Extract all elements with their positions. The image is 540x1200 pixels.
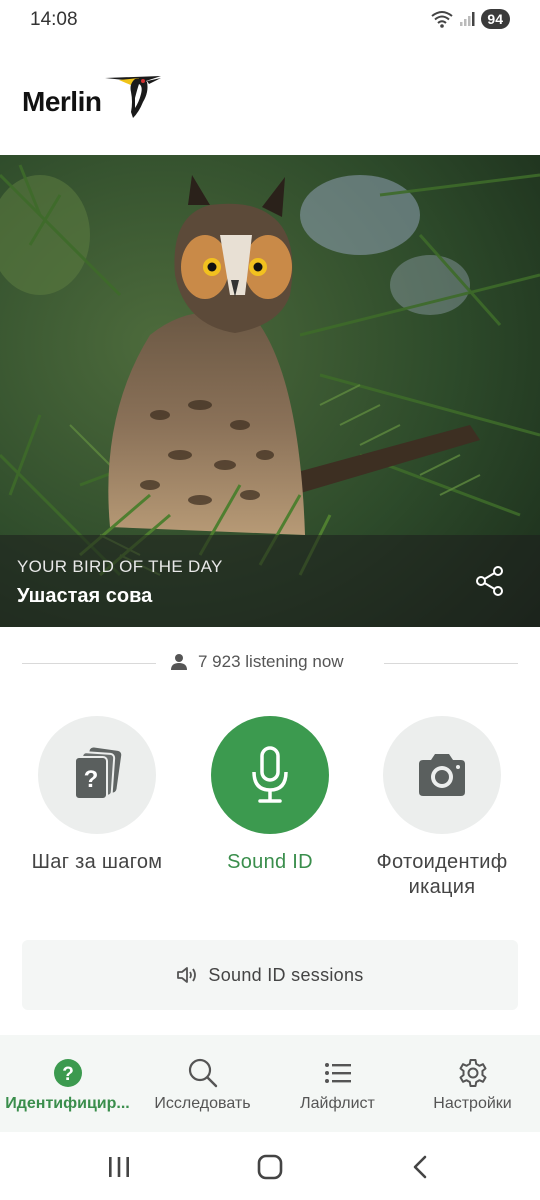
nav-lifelist-label: Лайфлист <box>300 1095 375 1112</box>
photo-id-button[interactable]: Фотоидентиф икация <box>352 716 532 900</box>
listening-count-text: 7 923 listening now <box>198 652 344 671</box>
microphone-icon <box>252 746 288 803</box>
divider <box>384 663 518 664</box>
battery-level: 94 <box>487 11 503 27</box>
nav-settings[interactable]: Настройки <box>405 1035 540 1132</box>
status-time: 14:08 <box>30 9 78 30</box>
photo-id-circle[interactable] <box>383 716 501 834</box>
nav-identify-label: Идентифицир... <box>5 1095 130 1112</box>
speaker-icon <box>177 967 197 983</box>
photo-id-label: Фотоидентиф икация <box>352 850 532 900</box>
sound-id-sessions-button[interactable]: Sound ID sessions <box>22 940 518 1010</box>
back-icon[interactable] <box>406 1152 436 1182</box>
help-circle-icon: ? <box>53 1059 82 1087</box>
svg-text:?: ? <box>62 1064 74 1085</box>
status-bar: 14:08 94 <box>0 0 540 40</box>
photo-id-label-line1: Фотоидентиф <box>376 851 508 873</box>
listening-count: 7 923 listening now <box>170 652 344 672</box>
logo-text: Merlin <box>22 86 102 117</box>
share-icon[interactable] <box>474 565 506 597</box>
nav-lifelist[interactable]: Лайфлист <box>270 1035 405 1132</box>
search-icon <box>188 1058 217 1088</box>
list-icon <box>324 1063 351 1083</box>
sound-id-label: Sound ID <box>227 851 313 873</box>
signal-icon <box>460 12 475 26</box>
bird-of-day-caption: YOUR BIRD OF THE DAY Ушастая сова <box>0 535 540 627</box>
bird-of-day-kicker: YOUR BIRD OF THE DAY <box>17 557 223 576</box>
sound-id-circle[interactable] <box>211 716 329 834</box>
svg-text:?: ? <box>84 766 99 793</box>
battery-indicator: 94 <box>481 9 510 29</box>
home-icon[interactable] <box>255 1152 285 1182</box>
gear-icon <box>459 1059 486 1087</box>
step-by-step-label: Шаг за шагом <box>31 851 163 873</box>
bottom-navigation: ? Идентифицир... Исследовать Лайфлист На… <box>0 1035 540 1132</box>
sound-id-button[interactable]: Sound ID <box>180 716 360 875</box>
status-icons: 94 <box>431 9 510 29</box>
person-icon <box>171 654 187 670</box>
photo-id-label-line2: икация <box>408 876 476 898</box>
step-by-step-circle[interactable]: ? <box>38 716 156 834</box>
divider <box>22 663 156 664</box>
wifi-icon <box>431 11 454 28</box>
recent-apps-icon[interactable] <box>104 1152 134 1182</box>
system-navigation-bar <box>0 1132 540 1200</box>
step-by-step-button[interactable]: ? Шаг за шагом <box>7 716 187 875</box>
bird-of-day-card[interactable]: YOUR BIRD OF THE DAY Ушастая сова <box>0 155 540 627</box>
app-header: Merlin <box>0 62 540 132</box>
nav-settings-label: Настройки <box>433 1095 512 1112</box>
nav-explore-label: Исследовать <box>154 1095 251 1112</box>
nav-explore[interactable]: Исследовать <box>135 1035 270 1132</box>
sound-id-sessions-label: Sound ID sessions <box>208 964 364 985</box>
woodpecker-logo-icon <box>105 76 162 118</box>
merlin-logo: Merlin <box>22 72 165 120</box>
listening-now-row: 7 923 listening now <box>22 650 518 678</box>
identification-options: ? Шаг за шагом Sound ID Фотоидентиф икац… <box>0 716 540 916</box>
nav-identify[interactable]: ? Идентифицир... <box>0 1035 135 1132</box>
bird-of-day-name: Ушастая сова <box>17 585 153 607</box>
question-cards-icon: ? <box>74 747 122 800</box>
camera-icon <box>419 754 465 796</box>
